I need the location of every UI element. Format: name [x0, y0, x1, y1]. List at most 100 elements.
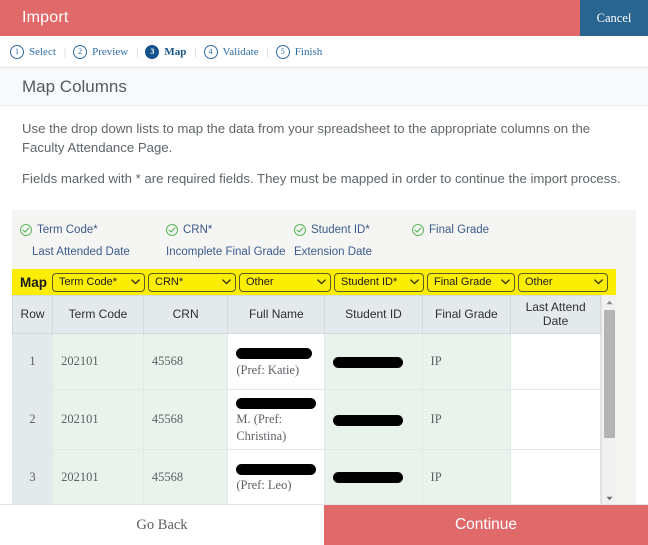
- step-number-icon: 3: [145, 44, 160, 59]
- preview-table-container: Row Term Code CRN Full Name Student ID F…: [11, 295, 616, 506]
- check-circle-icon: [20, 224, 32, 237]
- step-number-icon: 5: [275, 44, 290, 59]
- column-header-last-attend-date: Last Attend Date: [510, 295, 601, 335]
- chevron-down-icon: [594, 276, 603, 288]
- wizard-step-map[interactable]: 3 Map: [145, 44, 186, 59]
- cell-row-number: 3: [11, 448, 54, 506]
- cell-full-name: (Pref: Leo): [227, 448, 326, 506]
- step-number-icon: 1: [10, 44, 24, 59]
- table-header-row: Row Term Code CRN Full Name Student ID F…: [11, 295, 601, 335]
- mapped-field-term-code: Term Code*: [20, 224, 166, 237]
- field-label: Term Code*: [37, 224, 98, 237]
- dropdown-value: Other: [525, 276, 553, 289]
- unmapped-field-last-attended-date: Last Attended Date: [32, 246, 130, 259]
- cell-last-attend-date: [510, 389, 601, 450]
- dropdown-value: Other: [246, 276, 274, 289]
- mapping-dropdown-student-id[interactable]: Student ID*: [334, 272, 424, 292]
- redaction-bar: [236, 397, 317, 409]
- cell-student-id: [324, 333, 423, 391]
- mapping-dropdown-full-name[interactable]: Other: [239, 272, 331, 292]
- page-title: Map Columns: [22, 76, 127, 96]
- chevron-down-icon: [501, 276, 510, 288]
- continue-button[interactable]: Continue: [324, 505, 648, 545]
- step-number-icon: 4: [203, 44, 218, 59]
- instruction-paragraph-1: Use the drop down lists to map the data …: [22, 121, 591, 155]
- column-mapping-row: Map Term Code* CRN* Other Student ID* Fi…: [12, 269, 616, 296]
- step-separator: |: [194, 45, 197, 58]
- cell-last-attend-date: [510, 333, 601, 391]
- mapping-dropdown-final-grade[interactable]: Final Grade: [427, 272, 515, 292]
- column-header-crn: CRN: [142, 295, 229, 335]
- column-header-final-grade: Final Grade: [421, 295, 512, 335]
- cell-student-id: [324, 389, 423, 450]
- mapped-field-student-id: Student ID*: [294, 224, 412, 237]
- table-row: 2 202101 45568 M. (Pref: Christina) IP: [11, 389, 601, 450]
- mapping-panel: Term Code* CRN* Student ID* Final Grade …: [11, 210, 636, 520]
- mapped-field-final-grade: Final Grade: [412, 224, 490, 237]
- field-status-list: Term Code* CRN* Student ID* Final Grade …: [12, 219, 636, 263]
- wizard-steps: 1 Select | 2 Preview | 3 Map | 4 Validat…: [0, 36, 648, 68]
- wizard-step-validate[interactable]: 4 Validate: [203, 44, 259, 59]
- wizard-step-select[interactable]: 1 Select: [10, 44, 56, 59]
- cell-term-code: 202101: [52, 389, 144, 450]
- field-label: Final Grade: [429, 224, 490, 237]
- vertical-scroll-thumb[interactable]: [604, 310, 615, 439]
- cell-full-name-pref: (Pref: Katie): [236, 362, 300, 377]
- dropdown-value: Term Code*: [59, 276, 118, 289]
- window-title: Import: [22, 9, 69, 26]
- dropdown-value: CRN*: [155, 276, 184, 289]
- wizard-step-finish[interactable]: 5 Finish: [275, 44, 323, 59]
- cell-full-name-pref: M. (Pref: Christina): [236, 412, 287, 443]
- cell-row-number: 1: [11, 333, 54, 391]
- cell-full-name-pref: (Pref: Leo): [236, 478, 292, 493]
- column-header-full-name: Full Name: [227, 295, 326, 335]
- table-row: 3 202101 45568 (Pref: Leo) IP: [11, 448, 601, 506]
- step-separator: |: [63, 45, 67, 58]
- preview-table: Row Term Code CRN Full Name Student ID F…: [11, 295, 601, 506]
- import-wizard-window: Import Cancel 1 Select | 2 Preview | 3 M…: [0, 0, 648, 545]
- step-label: Select: [29, 45, 56, 58]
- dropdown-value: Student ID*: [341, 276, 398, 289]
- mapping-dropdown-last-attend-date[interactable]: Other: [518, 272, 608, 292]
- chevron-down-icon: [317, 276, 326, 288]
- cell-final-grade: IP: [421, 389, 512, 450]
- wizard-step-preview[interactable]: 2 Preview: [73, 44, 129, 59]
- redaction-bar: [236, 464, 317, 476]
- step-label: Preview: [92, 45, 129, 58]
- redaction-bar: [236, 348, 313, 360]
- dropdown-value: Final Grade: [434, 276, 492, 289]
- cell-crn: 45568: [142, 333, 229, 391]
- redaction-bar: [333, 472, 404, 484]
- unmapped-fields-row: Last Attended Date Incomplete Final Grad…: [20, 241, 636, 263]
- cell-row-number: 2: [11, 389, 54, 450]
- unmapped-field-extension-date: Extension Date: [294, 246, 372, 259]
- field-label: CRN*: [183, 224, 213, 237]
- cell-full-name: (Pref: Katie): [227, 333, 326, 391]
- check-circle-icon: [412, 224, 424, 237]
- chevron-down-icon: [222, 276, 231, 288]
- mapped-fields-row: Term Code* CRN* Student ID* Final Grade: [20, 219, 636, 241]
- table-row: 1 202101 45568 (Pref: Katie) IP: [11, 333, 601, 391]
- go-back-button[interactable]: Go Back: [0, 505, 324, 545]
- wizard-footer: Go Back Continue: [0, 504, 648, 545]
- step-label: Validate: [222, 45, 259, 58]
- check-circle-icon: [166, 224, 178, 237]
- column-header-row: Row: [11, 295, 54, 335]
- mapping-dropdown-term-code[interactable]: Term Code*: [52, 272, 145, 292]
- cancel-button[interactable]: Cancel: [580, 0, 648, 36]
- cell-final-grade: IP: [421, 448, 512, 506]
- mapping-dropdown-crn[interactable]: CRN*: [148, 272, 236, 292]
- cell-crn: 45568: [142, 389, 229, 450]
- section-header: Map Columns: [0, 68, 648, 106]
- cell-last-attend-date: [510, 448, 601, 506]
- cell-term-code: 202101: [52, 333, 144, 391]
- instruction-paragraph-2: Fields marked with * are required fields…: [22, 171, 621, 187]
- field-label: Student ID*: [311, 224, 370, 237]
- scroll-up-arrow-icon[interactable]: [602, 295, 617, 310]
- step-separator: |: [136, 45, 139, 58]
- step-label: Finish: [294, 45, 323, 58]
- step-separator: |: [266, 45, 269, 58]
- column-header-student-id: Student ID: [324, 295, 423, 335]
- table-vertical-scrollbar[interactable]: [601, 295, 616, 506]
- cell-crn: 45568: [142, 448, 229, 506]
